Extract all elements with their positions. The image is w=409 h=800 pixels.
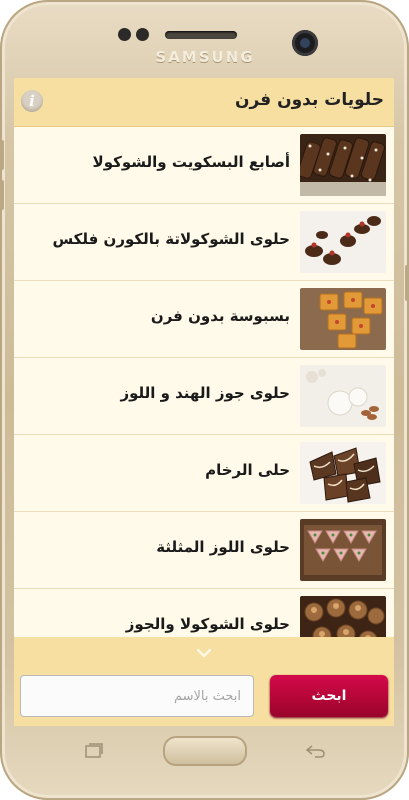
- earpiece-speaker: [165, 31, 237, 39]
- device-nav-bar: [0, 726, 409, 800]
- chevron-down-icon: [196, 645, 212, 661]
- list-item[interactable]: حلوى اللوز المثلثة: [14, 512, 394, 589]
- proximity-sensor: [118, 28, 131, 41]
- recipe-title: حلى الرخام: [205, 461, 290, 479]
- recipe-title: حلوى الشوكولاتة بالكورن فلكس: [52, 230, 290, 248]
- recipe-thumbnail: [300, 365, 386, 427]
- volume-down-button: [0, 180, 4, 210]
- search-input[interactable]: [21, 676, 253, 716]
- recipe-thumbnail: [300, 519, 386, 581]
- page-title: حلويات بدون فرن: [234, 90, 384, 110]
- recipe-title: حلوى جوز الهند و اللوز: [120, 384, 290, 402]
- recipe-thumbnail: [300, 211, 386, 273]
- list-item[interactable]: حلوى الشوكولا والجوز: [14, 589, 394, 637]
- recipe-thumbnail: [300, 596, 386, 637]
- recipe-title: حلوى اللوز المثلثة: [156, 538, 290, 556]
- front-camera-icon: [292, 30, 318, 56]
- search-bar: ابحث: [14, 673, 394, 726]
- recipe-list[interactable]: أصابع البسكويت والشوكولا حلوى الشوكولاتة…: [14, 127, 394, 637]
- brand-logo: SAMSUNG: [155, 48, 255, 66]
- app-bar: i حلويات بدون فرن: [14, 78, 394, 127]
- recipe-title: حلوى الشوكولا والجوز: [125, 615, 290, 633]
- power-button: [405, 265, 409, 301]
- recipe-thumbnail: [300, 442, 386, 504]
- light-sensor: [136, 28, 149, 41]
- recipe-thumbnail: [300, 288, 386, 350]
- list-item[interactable]: بسبوسة بدون فرن: [14, 281, 394, 358]
- back-icon[interactable]: [305, 742, 327, 765]
- search-button[interactable]: ابحث: [270, 675, 388, 717]
- screen: i حلويات بدون فرن أصابع البسكويت والشوكو…: [14, 78, 394, 726]
- list-item[interactable]: حلى الرخام: [14, 435, 394, 512]
- phone-frame: SAMSUNG i حلويات بدون فرن أصابع البسكويت…: [0, 0, 409, 800]
- recipe-title: أصابع البسكويت والشوكولا: [92, 153, 290, 171]
- scroll-down-indicator[interactable]: [14, 637, 394, 673]
- recipe-thumbnail: [300, 134, 386, 196]
- home-button[interactable]: [163, 736, 247, 766]
- recent-apps-icon[interactable]: [84, 742, 104, 765]
- list-item[interactable]: حلوى الشوكولاتة بالكورن فلكس: [14, 204, 394, 281]
- info-icon[interactable]: i: [21, 90, 43, 112]
- list-item[interactable]: حلوى جوز الهند و اللوز: [14, 358, 394, 435]
- list-item[interactable]: أصابع البسكويت والشوكولا: [14, 127, 394, 204]
- recipe-title: بسبوسة بدون فرن: [150, 307, 290, 325]
- search-field[interactable]: [20, 675, 254, 717]
- volume-up-button: [0, 140, 4, 170]
